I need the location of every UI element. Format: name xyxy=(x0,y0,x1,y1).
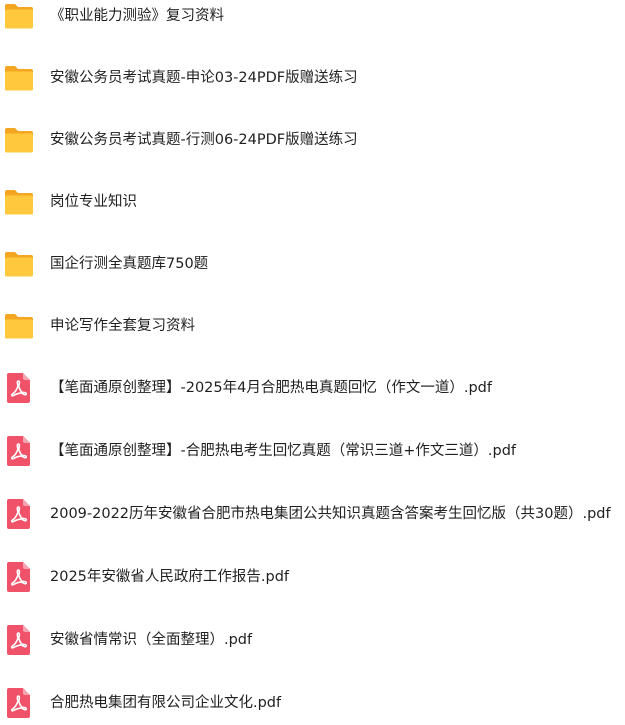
folder-item[interactable]: 安徽公务员考试真题-申论03-24PDF版赠送练习 xyxy=(0,56,625,100)
pdf-file-item[interactable]: 合肥热电集团有限公司企业文化.pdf xyxy=(0,681,625,725)
folder-icon xyxy=(2,247,36,281)
pdf-file-icon xyxy=(2,686,36,720)
folder-icon xyxy=(2,185,36,219)
pdf-file-item[interactable]: 安徽省情常识（全面整理）.pdf xyxy=(0,618,625,662)
file-name: 《职业能力测验》复习资料 xyxy=(50,8,224,24)
file-name: 合肥热电集团有限公司企业文化.pdf xyxy=(50,695,282,711)
file-name: 2009-2022历年安徽省合肥市热电集团公共知识真题含答案考生回忆版（共30题… xyxy=(50,506,611,522)
file-name: 申论写作全套复习资料 xyxy=(50,318,195,334)
file-list: 《职业能力测验》复习资料 安徽公务员考试真题-申论03-24PDF版赠送练习 安… xyxy=(0,0,625,718)
pdf-file-icon xyxy=(2,434,36,468)
file-name: 安徽公务员考试真题-行测06-24PDF版赠送练习 xyxy=(50,132,358,148)
folder-icon xyxy=(2,123,36,157)
folder-item[interactable]: 岗位专业知识 xyxy=(0,180,625,224)
file-name: 安徽省情常识（全面整理）.pdf xyxy=(50,632,253,648)
folder-icon xyxy=(2,309,36,343)
pdf-file-icon xyxy=(2,371,36,405)
pdf-file-icon xyxy=(2,623,36,657)
pdf-file-item[interactable]: 2025年安徽省人民政府工作报告.pdf xyxy=(0,555,625,599)
folder-icon xyxy=(2,61,36,95)
pdf-file-item[interactable]: 【笔面通原创整理】-2025年4月合肥热电真题回忆（作文一道）.pdf xyxy=(0,366,625,410)
pdf-file-item[interactable]: 2009-2022历年安徽省合肥市热电集团公共知识真题含答案考生回忆版（共30题… xyxy=(0,492,625,536)
file-name: 安徽公务员考试真题-申论03-24PDF版赠送练习 xyxy=(50,70,358,86)
pdf-file-icon xyxy=(2,497,36,531)
folder-item[interactable]: 安徽公务员考试真题-行测06-24PDF版赠送练习 xyxy=(0,118,625,162)
folder-item[interactable]: 国企行测全真题库750题 xyxy=(0,242,625,286)
file-name: 【笔面通原创整理】-2025年4月合肥热电真题回忆（作文一道）.pdf xyxy=(50,380,492,396)
file-name: 岗位专业知识 xyxy=(50,194,137,210)
pdf-file-icon xyxy=(2,560,36,594)
folder-item[interactable]: 《职业能力测验》复习资料 xyxy=(0,0,625,38)
folder-icon xyxy=(2,0,36,33)
file-name: 2025年安徽省人民政府工作报告.pdf xyxy=(50,569,290,585)
folder-item[interactable]: 申论写作全套复习资料 xyxy=(0,304,625,348)
file-name: 国企行测全真题库750题 xyxy=(50,256,209,272)
pdf-file-item[interactable]: 【笔面通原创整理】-合肥热电考生回忆真题（常识三道+作文三道）.pdf xyxy=(0,429,625,473)
file-name: 【笔面通原创整理】-合肥热电考生回忆真题（常识三道+作文三道）.pdf xyxy=(50,443,517,459)
